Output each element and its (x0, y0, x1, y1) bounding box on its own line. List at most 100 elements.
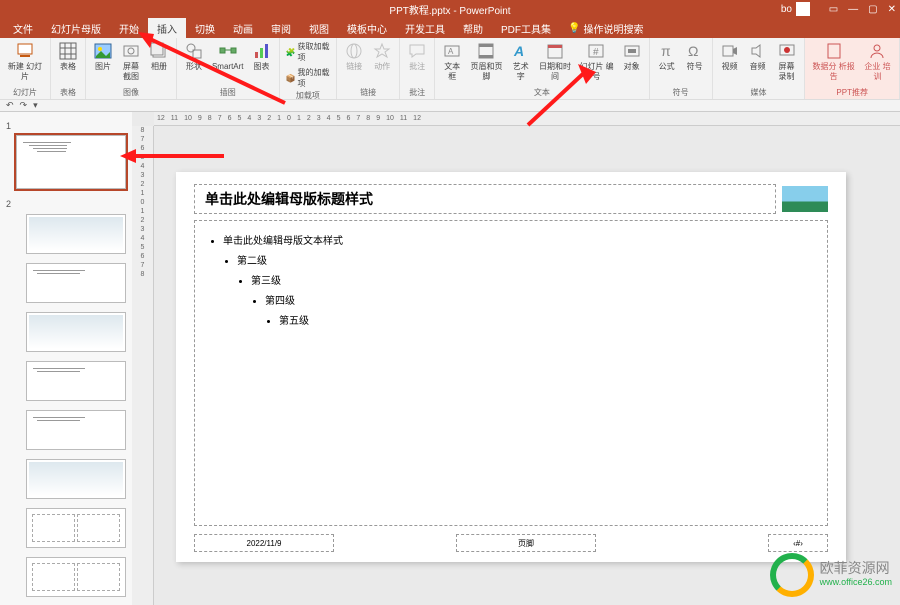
group-slides-label: 幻灯片 (4, 87, 46, 98)
slide-master-canvas[interactable]: 单击此处编辑母版标题样式 单击此处编辑母版文本样式 第二级 第三级 第四级 第五… (176, 172, 846, 562)
album-button[interactable]: 相册 (146, 40, 172, 84)
body-placeholder[interactable]: 单击此处编辑母版文本样式 第二级 第三级 第四级 第五级 (194, 220, 828, 526)
get-addins-button[interactable]: 🧩获取加载项 (284, 40, 333, 64)
training-button[interactable]: 企业 培训 (860, 40, 895, 84)
new-slide-icon (16, 42, 34, 60)
equation-icon: π (658, 42, 676, 60)
group-symbols: π 公式 Ω 符号 符号 (650, 38, 713, 99)
layout-thumbnail-2[interactable] (26, 263, 126, 303)
tab-animations[interactable]: 动画 (224, 18, 262, 39)
svg-text:Ω: Ω (688, 43, 698, 59)
shapes-button[interactable]: 形状 (181, 40, 207, 74)
smartart-label: SmartArt (212, 62, 244, 72)
get-addins-label: 获取加载项 (297, 41, 330, 63)
user-area[interactable]: bo (781, 2, 810, 16)
group-illustrations: 形状 SmartArt 图表 插图 (177, 38, 280, 99)
tab-review[interactable]: 审阅 (262, 18, 300, 39)
menu-bar: 文件 幻灯片母版 开始 插入 切换 动画 审阅 视图 模板中心 开发工具 帮助 … (0, 18, 900, 38)
link-button[interactable]: 链接 (341, 40, 367, 74)
training-icon (868, 42, 886, 60)
master-thumbnail[interactable] (16, 135, 126, 189)
layout-thumbnail-8[interactable] (26, 557, 126, 597)
smartart-button[interactable]: SmartArt (209, 40, 247, 74)
watermark-logo-icon (770, 553, 814, 597)
textbox-button[interactable]: A 文本框 (439, 40, 465, 84)
textbox-label: 文本框 (442, 62, 462, 82)
footer-placeholder[interactable]: 页脚 (456, 534, 596, 552)
my-addins-button[interactable]: 📦我的加载项 (284, 66, 333, 90)
screen-recording-button[interactable]: 屏幕 录制 (773, 40, 801, 84)
body-level-5: 第五级 (279, 312, 813, 327)
app-title: PPT教程.pptx - PowerPoint (389, 2, 510, 17)
data-report-label: 数据分 析报告 (812, 62, 855, 82)
action-label: 动作 (374, 62, 390, 72)
layout-thumbnail-6[interactable] (26, 459, 126, 499)
slide-number-placeholder[interactable]: ‹#› (768, 534, 828, 552)
redo-icon[interactable]: ↷ (20, 100, 28, 111)
date-placeholder[interactable]: 2022/11/9 (194, 534, 334, 552)
close-icon[interactable]: ✕ (888, 4, 896, 15)
equation-button[interactable]: π 公式 (654, 40, 680, 74)
screenshot-button[interactable]: 屏幕截图 (118, 40, 144, 84)
layout-thumbnail-1[interactable] (26, 214, 126, 254)
canvas-area[interactable]: 1211109876543210123456789101112 87654321… (132, 112, 900, 605)
smartart-icon (219, 42, 237, 60)
tab-file[interactable]: 文件 (4, 18, 42, 39)
tab-insert[interactable]: 插入 (148, 18, 186, 39)
data-report-button[interactable]: 数据分 析报告 (809, 40, 858, 84)
maximize-icon[interactable]: ▢ (868, 4, 877, 15)
table-label: 表格 (60, 62, 76, 72)
tell-me-search[interactable]: 💡 操作说明搜索 (568, 21, 643, 36)
minimize-icon[interactable]: — (848, 4, 858, 15)
ribbon-display-icon[interactable]: ▭ (829, 4, 838, 15)
tab-view[interactable]: 视图 (300, 18, 338, 39)
qat-dropdown-icon[interactable]: ▾ (33, 100, 38, 111)
group-recommend: 数据分 析报告 企业 培训 PPT推荐 (805, 38, 900, 99)
screenshot-label: 屏幕截图 (121, 62, 141, 82)
symbol-icon: Ω (686, 42, 704, 60)
group-links: 链接 动作 链接 (337, 38, 400, 99)
chart-label: 图表 (254, 62, 270, 72)
datetime-button[interactable]: 日期和时间 (536, 40, 575, 84)
comment-button[interactable]: 批注 (404, 40, 430, 74)
wordart-button[interactable]: A 艺术字 (508, 40, 534, 84)
layout-thumbnail-3[interactable] (26, 312, 126, 352)
body-level-1: 单击此处编辑母版文本样式 (223, 232, 813, 247)
svg-text:A: A (448, 47, 454, 56)
header-footer-icon (477, 42, 495, 60)
tab-home[interactable]: 开始 (110, 18, 148, 39)
action-button[interactable]: 动作 (369, 40, 395, 74)
quick-access-toolbar: ↶ ↷ ▾ (0, 100, 900, 112)
group-text-label: 文本 (439, 87, 644, 98)
object-icon (623, 42, 641, 60)
title-placeholder[interactable]: 单击此处编辑母版标题样式 (194, 184, 776, 214)
picture-button[interactable]: 图片 (90, 40, 116, 84)
object-button[interactable]: 对象 (619, 40, 645, 84)
layout-thumbnail-5[interactable] (26, 410, 126, 450)
table-button[interactable]: 表格 (55, 40, 81, 74)
tab-slide-master[interactable]: 幻灯片母版 (42, 18, 110, 39)
new-slide-label: 新建 幻灯片 (7, 62, 43, 82)
header-footer-button[interactable]: 页眉和页脚 (467, 40, 506, 84)
slide-number-button[interactable]: # 幻灯片 编号 (576, 40, 616, 84)
screenshot-icon (122, 42, 140, 60)
symbol-button[interactable]: Ω 符号 (682, 40, 708, 74)
tab-pdf-tools[interactable]: PDF工具集 (492, 18, 560, 39)
tab-templates[interactable]: 模板中心 (338, 18, 396, 39)
image-placeholder[interactable] (782, 186, 828, 212)
chart-button[interactable]: 图表 (249, 40, 275, 74)
tab-developer[interactable]: 开发工具 (396, 18, 454, 39)
thumbnail-panel[interactable]: 1 2 (0, 112, 132, 605)
layout-thumbnail-7[interactable] (26, 508, 126, 548)
body-level-4: 第四级 (265, 292, 813, 307)
audio-button[interactable]: 音频 (745, 40, 771, 84)
undo-icon[interactable]: ↶ (6, 100, 14, 111)
layout-thumbnail-4[interactable] (26, 361, 126, 401)
video-button[interactable]: 视频 (717, 40, 743, 84)
group-addins-label: 加载项 (284, 90, 333, 101)
tab-transitions[interactable]: 切换 (186, 18, 224, 39)
new-slide-button[interactable]: 新建 幻灯片 (4, 40, 46, 84)
tab-help[interactable]: 帮助 (454, 18, 492, 39)
group-images-label: 图像 (90, 87, 172, 98)
avatar[interactable] (796, 2, 810, 16)
